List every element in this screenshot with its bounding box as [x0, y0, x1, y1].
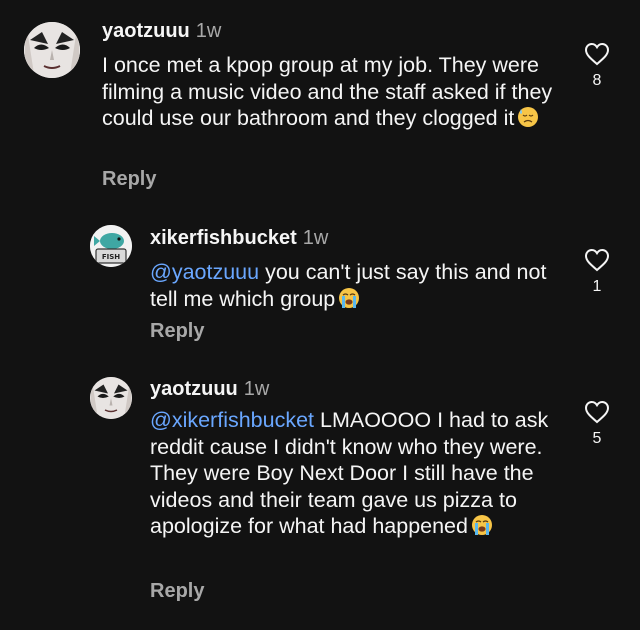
username[interactable]: xikerfishbucket	[150, 227, 297, 249]
like-count: 5	[592, 430, 602, 447]
like-button[interactable]: 8	[582, 42, 612, 90]
mention-link[interactable]: @xikerfishbucket	[150, 408, 314, 432]
svg-text:FISH: FISH	[102, 253, 120, 261]
avatar-face-image	[90, 377, 132, 419]
mention-link[interactable]: @yaotzuuu	[150, 260, 259, 284]
loudly-crying-emoji-icon	[471, 515, 492, 535]
comment-header: yaotzuuu 1w	[150, 377, 269, 401]
timestamp: 1w	[302, 227, 329, 249]
timestamp: 1w	[195, 20, 222, 42]
comment-header: xikerfishbucket 1w	[150, 226, 328, 250]
reply-button[interactable]: Reply	[102, 168, 156, 191]
like-count: 8	[592, 72, 602, 89]
downcast-sweat-emoji-icon	[518, 107, 539, 127]
like-count: 1	[592, 278, 602, 295]
reply-button[interactable]: Reply	[150, 580, 204, 603]
avatar[interactable]	[24, 22, 80, 78]
comment-body: I once met a kpop group at my job. They …	[102, 53, 553, 130]
comment-header: yaotzuuu 1w	[102, 19, 221, 43]
loudly-crying-emoji-icon	[339, 287, 360, 308]
heart-icon	[584, 400, 610, 424]
comment-text: I once met a kpop group at my job. They …	[102, 52, 557, 132]
fish-bucket-avatar-image: FISH	[90, 225, 132, 267]
username[interactable]: yaotzuuu	[150, 378, 238, 400]
comment-text: @yaotzuuu you can't just say this and no…	[150, 259, 550, 312]
heart-icon	[584, 248, 610, 272]
username[interactable]: yaotzuuu	[102, 20, 190, 42]
avatar-face-image	[24, 22, 80, 78]
timestamp: 1w	[243, 378, 270, 400]
avatar[interactable]	[90, 377, 132, 419]
heart-icon	[584, 42, 610, 66]
like-button[interactable]: 1	[582, 248, 612, 296]
avatar[interactable]: FISH	[90, 225, 132, 267]
comment-text: @xikerfishbucket LMAOOOO I had to ask re…	[150, 407, 560, 540]
like-button[interactable]: 5	[582, 400, 612, 448]
reply-button[interactable]: Reply	[150, 320, 204, 343]
